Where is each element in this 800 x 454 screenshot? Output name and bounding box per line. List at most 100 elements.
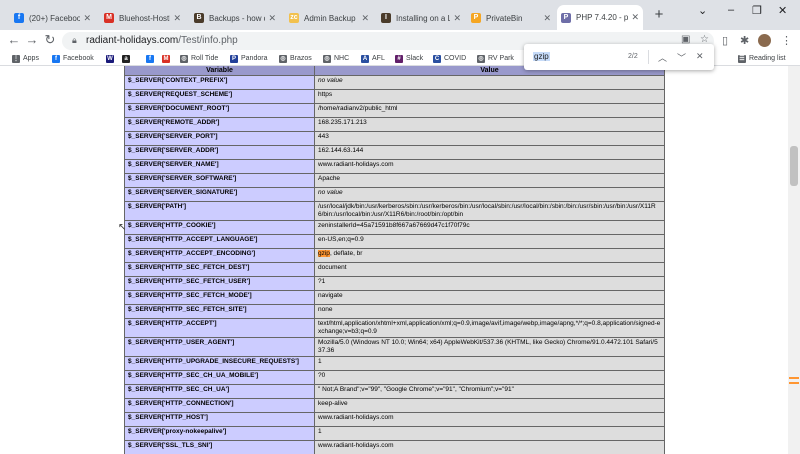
variable-value: /usr/local/jdk/bin:/usr/kerberos/sbin:/u… xyxy=(314,201,665,221)
bookmark-item[interactable]: ◎ Brazos xyxy=(279,52,312,65)
bookmark-item[interactable]: f Facebook xyxy=(52,52,94,65)
bookmark-label: Roll Tide xyxy=(191,55,219,62)
extension-icon[interactable]: ▯ xyxy=(722,34,728,47)
variable-value: none xyxy=(314,304,665,319)
browser-tab[interactable]: P PrivateBin ✕ xyxy=(467,6,555,30)
variable-value: 443 xyxy=(314,131,665,146)
table-row: $_SERVER['DOCUMENT_ROOT']/home/radianv2/… xyxy=(124,103,665,118)
variable-name: $_SERVER['HTTP_SEC_FETCH_SITE'] xyxy=(124,304,315,319)
profile-avatar[interactable] xyxy=(758,34,771,47)
lock-icon[interactable]: 🔒︎ xyxy=(72,35,77,46)
variable-name: $_SERVER['HTTP_SEC_CH_UA_MOBILE'] xyxy=(124,370,315,385)
bookmark-icon: f xyxy=(146,54,154,63)
variable-name: $_SERVER['HTTP_SEC_FETCH_MODE'] xyxy=(124,290,315,305)
browser-tab[interactable]: M Bluehost-HostM ✕ xyxy=(100,6,185,30)
find-prev-icon[interactable]: ︿ xyxy=(658,51,667,64)
bookmark-icon: ⋮ xyxy=(12,54,20,63)
maximize-icon[interactable]: ❐ xyxy=(752,4,762,17)
back-icon[interactable]: ← xyxy=(6,32,22,47)
variable-value: no value xyxy=(314,187,665,202)
bookmark-item[interactable]: ◎ NHC xyxy=(323,52,349,65)
bookmark-item[interactable]: ☰ Reading list xyxy=(738,52,786,65)
variable-name: $_SERVER['DOCUMENT_ROOT'] xyxy=(124,103,315,118)
bookmark-item[interactable]: A AFL xyxy=(361,52,385,65)
new-tab-button[interactable]: + xyxy=(651,6,667,23)
tab-favicon-icon: P xyxy=(471,13,481,23)
browser-tab[interactable]: P PHP 7.4.20 - php✕ xyxy=(557,5,643,30)
bookmark-icon: C xyxy=(433,54,441,63)
variable-name: $_SERVER['HTTP_USER_AGENT'] xyxy=(124,337,315,357)
tab-title: Backups - how d xyxy=(209,13,266,23)
table-row: $_SERVER['HTTP_SEC_FETCH_MODE'] navigate xyxy=(124,290,665,305)
bookmark-icon: f xyxy=(52,54,60,63)
variable-name: $_SERVER['HTTP_HOST'] xyxy=(124,412,315,427)
bookmark-item[interactable]: ◎ RV Park xyxy=(477,52,514,65)
variable-name: $_SERVER['HTTP_ACCEPT_LANGUAGE'] xyxy=(124,234,315,249)
mouse-cursor-icon: ↖ xyxy=(118,222,127,233)
tab-close-icon[interactable]: ✕ xyxy=(453,13,461,24)
variable-name: $_SERVER['HTTP_ACCEPT_ENCODING'] xyxy=(124,248,315,263)
bookmark-label: Pandora xyxy=(241,55,268,62)
bookmark-item[interactable]: C COVID xyxy=(433,52,466,65)
minimize-icon[interactable]: – xyxy=(728,4,734,16)
bookmark-item[interactable]: # Slack xyxy=(395,52,423,65)
tab-favicon-icon: P xyxy=(561,12,571,23)
tab-close-icon[interactable]: ✕ xyxy=(543,13,551,24)
bookmark-icon: ◎ xyxy=(180,54,188,63)
browser-tab[interactable]: zc Admin Backup M ✕ xyxy=(285,6,373,30)
find-close-icon[interactable]: ✕ xyxy=(696,51,704,62)
page-scrollbar[interactable] xyxy=(788,66,800,454)
bookmark-item[interactable]: P Pandora xyxy=(230,52,267,65)
tab-title: Admin Backup M xyxy=(304,13,359,23)
variable-value: ?0 xyxy=(314,370,665,385)
bookmark-item[interactable]: a xyxy=(122,52,133,65)
scrollbar-thumb[interactable] xyxy=(790,146,798,186)
variable-name: $_SERVER['SERVER_ADDR'] xyxy=(124,145,315,160)
bookmark-icon: A xyxy=(361,54,369,63)
bookmark-label: Brazos xyxy=(290,55,312,62)
table-row: $_SERVER['HTTP_USER_AGENT'] Mozilla/5.0 (… xyxy=(124,337,665,357)
bookmark-item[interactable]: ⋮ Apps xyxy=(12,52,39,65)
table-row: $_SERVER['CONTEXT_PREFIX'] no value xyxy=(124,75,665,90)
tab-title: Bluehost-HostM xyxy=(119,13,171,23)
tab-close-icon[interactable]: ✕ xyxy=(631,12,639,23)
menu-icon[interactable]: ⋮ xyxy=(781,34,792,47)
url-host: radiant-holidays.com xyxy=(86,35,179,46)
url-text[interactable]: radiant-holidays.com/Test/info.php xyxy=(86,35,238,46)
tab-favicon-icon: M xyxy=(104,13,114,23)
variable-name: $_SERVER['proxy-nokeepalive'] xyxy=(124,426,315,441)
variable-name: $_SERVER['SERVER_NAME'] xyxy=(124,159,315,174)
table-row: $_SERVER['HTTP_CONNECTION'] keep-alive xyxy=(124,398,665,413)
tab-close-icon[interactable]: ✕ xyxy=(83,13,91,24)
bookmark-icon: # xyxy=(395,54,403,63)
tab-favicon-icon: zc xyxy=(289,13,299,23)
reload-icon[interactable]: ↻ xyxy=(42,32,58,48)
find-next-icon[interactable]: ﹀ xyxy=(677,51,686,64)
browser-tab[interactable]: I Installing on a Lin✕ xyxy=(377,6,465,30)
browser-tab[interactable]: f (20+) Facebook ✕ xyxy=(10,6,95,30)
variable-value: navigate xyxy=(314,290,665,305)
tab-close-icon[interactable]: ✕ xyxy=(173,13,181,24)
puzzle-icon[interactable]: ✱ xyxy=(740,34,749,47)
bookmark-label: AFL xyxy=(372,55,385,62)
bookmark-label: Apps xyxy=(23,55,39,62)
close-window-icon[interactable]: ✕ xyxy=(778,4,787,17)
bookmark-item[interactable]: W xyxy=(106,52,117,65)
variable-value: " Not;A Brand";v="99", "Google Chrome";v… xyxy=(314,384,665,399)
bookmark-label: Reading list xyxy=(749,55,786,62)
forward-icon[interactable]: → xyxy=(24,32,40,47)
bookmark-icon: ☰ xyxy=(738,54,746,63)
tab-close-icon[interactable]: ✕ xyxy=(361,13,369,24)
bookmark-item[interactable]: M xyxy=(162,52,173,65)
tab-search-icon[interactable]: ⌄ xyxy=(698,4,707,17)
browser-tab[interactable]: B Backups - how d ✕ xyxy=(190,6,280,30)
tab-close-icon[interactable]: ✕ xyxy=(268,13,276,24)
bookmark-icon: a xyxy=(122,54,130,63)
find-match-marker xyxy=(789,382,799,384)
variable-value: Apache xyxy=(314,173,665,188)
variable-value: keep-alive xyxy=(314,398,665,413)
bookmark-icon: M xyxy=(162,54,170,63)
find-input[interactable]: gzip xyxy=(533,52,550,61)
bookmark-item[interactable]: f xyxy=(146,52,157,65)
bookmark-item[interactable]: ◎ Roll Tide xyxy=(180,52,218,65)
